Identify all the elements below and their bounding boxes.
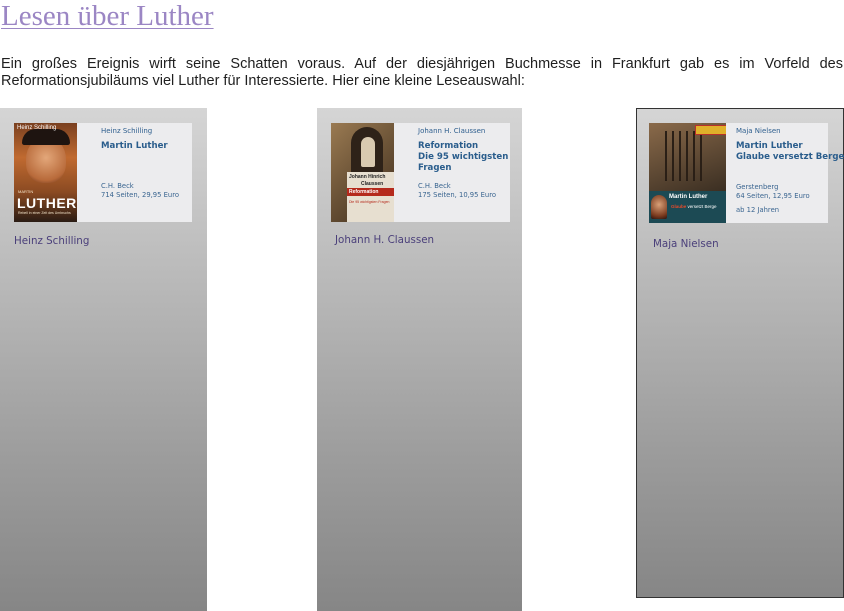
cover-author-first: Johann Hinrich — [349, 174, 386, 180]
cover-bars — [665, 131, 705, 181]
cover-bottom-band: Martin Luther Glaube versetzt Berge — [649, 191, 726, 223]
book-details: 64 Seiten, 12,95 Euro — [736, 192, 810, 200]
book-meta: Johann H. Claussen Reformation Die 95 wi… — [418, 123, 510, 222]
book-caption: Johann H. Claussen — [335, 234, 435, 246]
book-caption: Maja Nielsen — [653, 238, 719, 250]
book-publisher-info: C.H. Beck 175 Seiten, 10,95 Euro — [418, 182, 496, 200]
page-title[interactable]: Lesen über Luther — [1, 0, 214, 33]
book-meta: Heinz Schilling Martin Luther C.H. Beck … — [101, 123, 192, 222]
cover-subtitle: Die 95 wichtigsten Fragen — [349, 200, 390, 204]
cover-badge — [695, 125, 726, 135]
book-card[interactable]: Heinz Schilling MARTIN LUTHER Rebell in … — [14, 123, 192, 222]
cover-title: Reformation — [349, 189, 379, 195]
book-publisher: Gerstenberg — [736, 183, 779, 191]
book-meta: Maja Nielsen Martin Luther Glaube verset… — [736, 123, 844, 223]
cover-author-last: Claussen — [361, 181, 384, 187]
book-panel-nielsen: Martin Luther Glaube versetzt Berge Maja… — [636, 108, 844, 598]
book-author: Heinz Schilling — [101, 127, 153, 135]
cover-title: Martin Luther — [669, 194, 708, 200]
intro-text: Ein großes Ereignis wirft seine Schatten… — [1, 56, 843, 89]
cover-first-name: MARTIN — [18, 189, 34, 194]
cover-title: LUTHER — [17, 195, 77, 211]
book-title-line: Martin Luther — [736, 141, 803, 151]
cover-subtitle-accent: Glaube — [671, 204, 687, 209]
book-title-line: Reformation — [418, 141, 479, 151]
book-card[interactable]: Johann Hinrich Claussen Reformation Die … — [331, 123, 510, 222]
book-publisher: C.H. Beck — [418, 182, 451, 190]
book-publisher-info: C.H. Beck 714 Seiten, 29,95 Euro — [101, 182, 179, 200]
book-details: 714 Seiten, 29,95 Euro — [101, 191, 180, 199]
book-title-line: Die 95 wichtigsten — [418, 152, 509, 162]
book-title: Martin Luther Glaube versetzt Berge — [736, 141, 844, 163]
book-author: Johann H. Claussen — [418, 127, 486, 135]
book-caption: Heinz Schilling — [14, 235, 90, 247]
book-title: Reformation Die 95 wichtigsten Fragen — [418, 141, 508, 174]
cover-subtitle: Rebell in einer Zeit des Umbruchs — [18, 211, 71, 215]
book-title-line: Martin Luther — [101, 141, 168, 151]
book-details: 175 Seiten, 10,95 Euro — [418, 191, 497, 199]
book-publisher: C.H. Beck — [101, 182, 134, 190]
book-title: Martin Luther — [101, 141, 168, 152]
book-card[interactable]: Martin Luther Glaube versetzt Berge Maja… — [649, 123, 844, 223]
cover-figure — [361, 137, 375, 167]
cover-label-box: Johann Hinrich Claussen Reformation Die … — [347, 172, 394, 222]
book-cover-image: Martin Luther Glaube versetzt Berge — [649, 123, 726, 223]
book-publisher-info: Gerstenberg 64 Seiten, 12,95 Euro — [736, 183, 810, 201]
portrait-cap — [22, 129, 70, 145]
book-author: Maja Nielsen — [736, 127, 781, 135]
cover-author: Heinz Schilling — [17, 125, 57, 131]
book-title-line: Fragen — [418, 163, 452, 173]
book-panel-claussen: Johann Hinrich Claussen Reformation Die … — [317, 108, 522, 611]
book-title-line: Glaube versetzt Berge — [736, 152, 844, 162]
book-cover-image: Heinz Schilling MARTIN LUTHER Rebell in … — [14, 123, 77, 222]
cover-subtitle: Glaube versetzt Berge — [671, 204, 717, 209]
book-panel-schilling: Heinz Schilling MARTIN LUTHER Rebell in … — [0, 108, 207, 611]
cover-portrait — [651, 195, 667, 219]
book-age-rating: ab 12 Jahren — [736, 206, 780, 214]
book-cover-image: Johann Hinrich Claussen Reformation Die … — [331, 123, 394, 222]
cover-subtitle-rest: versetzt Berge — [687, 204, 717, 209]
